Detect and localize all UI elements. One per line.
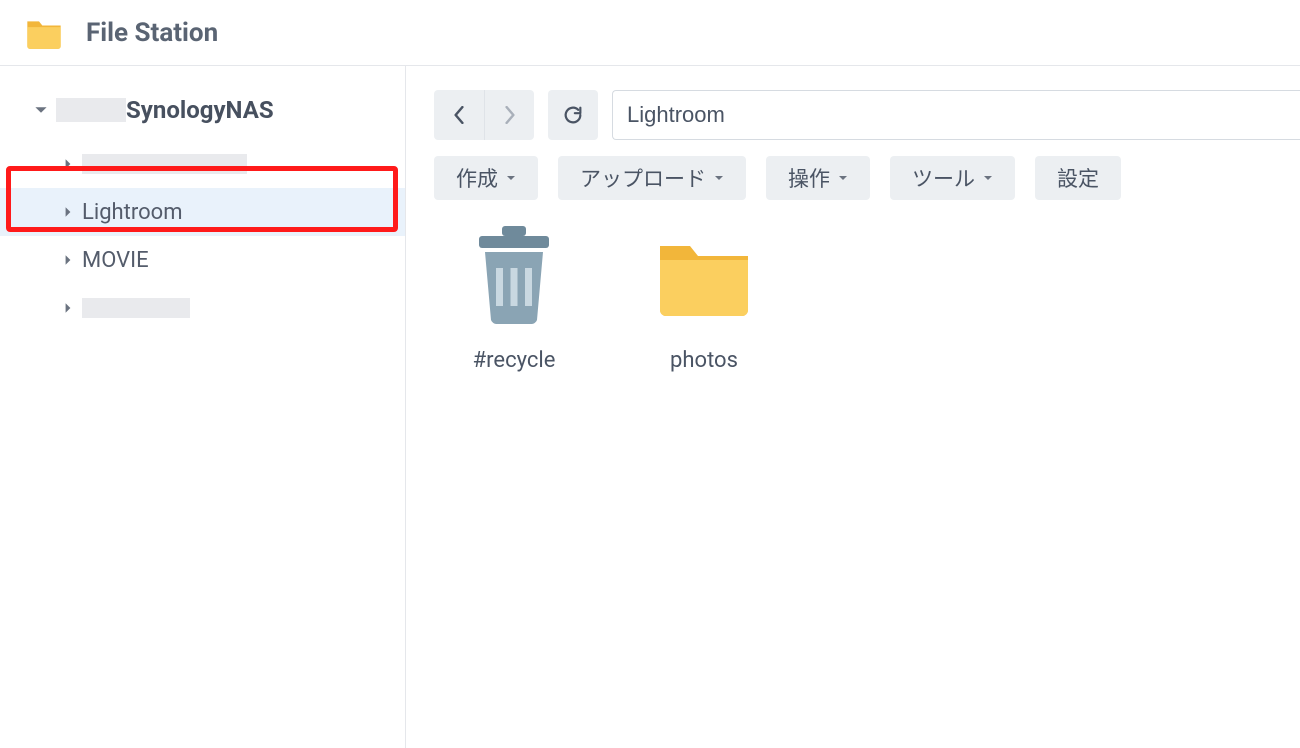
- tree-item[interactable]: [0, 284, 405, 332]
- file-grid: #recycle photos: [434, 200, 1300, 373]
- path-input[interactable]: [612, 90, 1300, 140]
- file-item-label: photos: [670, 348, 738, 373]
- caret-right-icon: [62, 206, 74, 218]
- chevron-down-icon: [506, 173, 516, 183]
- caret-right-icon: [62, 254, 74, 266]
- tree-item[interactable]: [0, 140, 405, 188]
- back-button[interactable]: [434, 90, 484, 140]
- button-label: ツール: [912, 163, 975, 193]
- titlebar: File Station: [0, 0, 1300, 66]
- button-label: 操作: [788, 163, 830, 193]
- chevron-down-icon: [983, 173, 993, 183]
- recycle-bin-icon: [464, 224, 564, 324]
- redacted-text: [82, 298, 190, 318]
- action-button[interactable]: 操作: [766, 156, 870, 200]
- tree-item-label: Lightroom: [82, 200, 183, 225]
- folder-icon: [654, 224, 754, 324]
- tree-children: Lightroom MOVIE: [0, 140, 405, 332]
- settings-button[interactable]: 設定: [1035, 156, 1121, 200]
- caret-down-icon: [34, 103, 48, 117]
- button-label: 作成: [456, 163, 498, 193]
- chevron-down-icon: [838, 173, 848, 183]
- caret-right-icon: [62, 158, 74, 170]
- app-title: File Station: [86, 18, 218, 48]
- chevron-down-icon: [714, 173, 724, 183]
- tree-root[interactable]: SynologyNAS: [0, 90, 405, 130]
- create-button[interactable]: 作成: [434, 156, 538, 200]
- sidebar: SynologyNAS Lightroom MOVIE: [0, 66, 406, 748]
- redacted-text: [82, 154, 247, 174]
- toolbar-navigation: [434, 90, 1300, 140]
- tree-item-label: MOVIE: [82, 248, 149, 273]
- refresh-button[interactable]: [548, 90, 598, 140]
- upload-button[interactable]: アップロード: [558, 156, 746, 200]
- file-item-photos[interactable]: photos: [634, 224, 774, 373]
- caret-right-icon: [62, 302, 74, 314]
- content: SynologyNAS Lightroom MOVIE: [0, 66, 1300, 748]
- tree-root-label: SynologyNAS: [126, 96, 274, 124]
- file-item-recycle[interactable]: #recycle: [444, 224, 584, 373]
- forward-button[interactable]: [484, 90, 534, 140]
- button-label: 設定: [1057, 163, 1099, 193]
- file-item-label: #recycle: [473, 348, 556, 373]
- toolbar-actions: 作成 アップロード 操作 ツール 設定: [434, 156, 1300, 200]
- main-panel: 作成 アップロード 操作 ツール 設定: [406, 66, 1300, 748]
- redacted-text: [56, 98, 126, 122]
- tree-item-lightroom[interactable]: Lightroom: [0, 188, 405, 236]
- tool-button[interactable]: ツール: [890, 156, 1015, 200]
- tree-item-movie[interactable]: MOVIE: [0, 236, 405, 284]
- button-label: アップロード: [580, 163, 706, 193]
- nav-history-group: [434, 90, 534, 140]
- app-folder-icon: [24, 13, 64, 53]
